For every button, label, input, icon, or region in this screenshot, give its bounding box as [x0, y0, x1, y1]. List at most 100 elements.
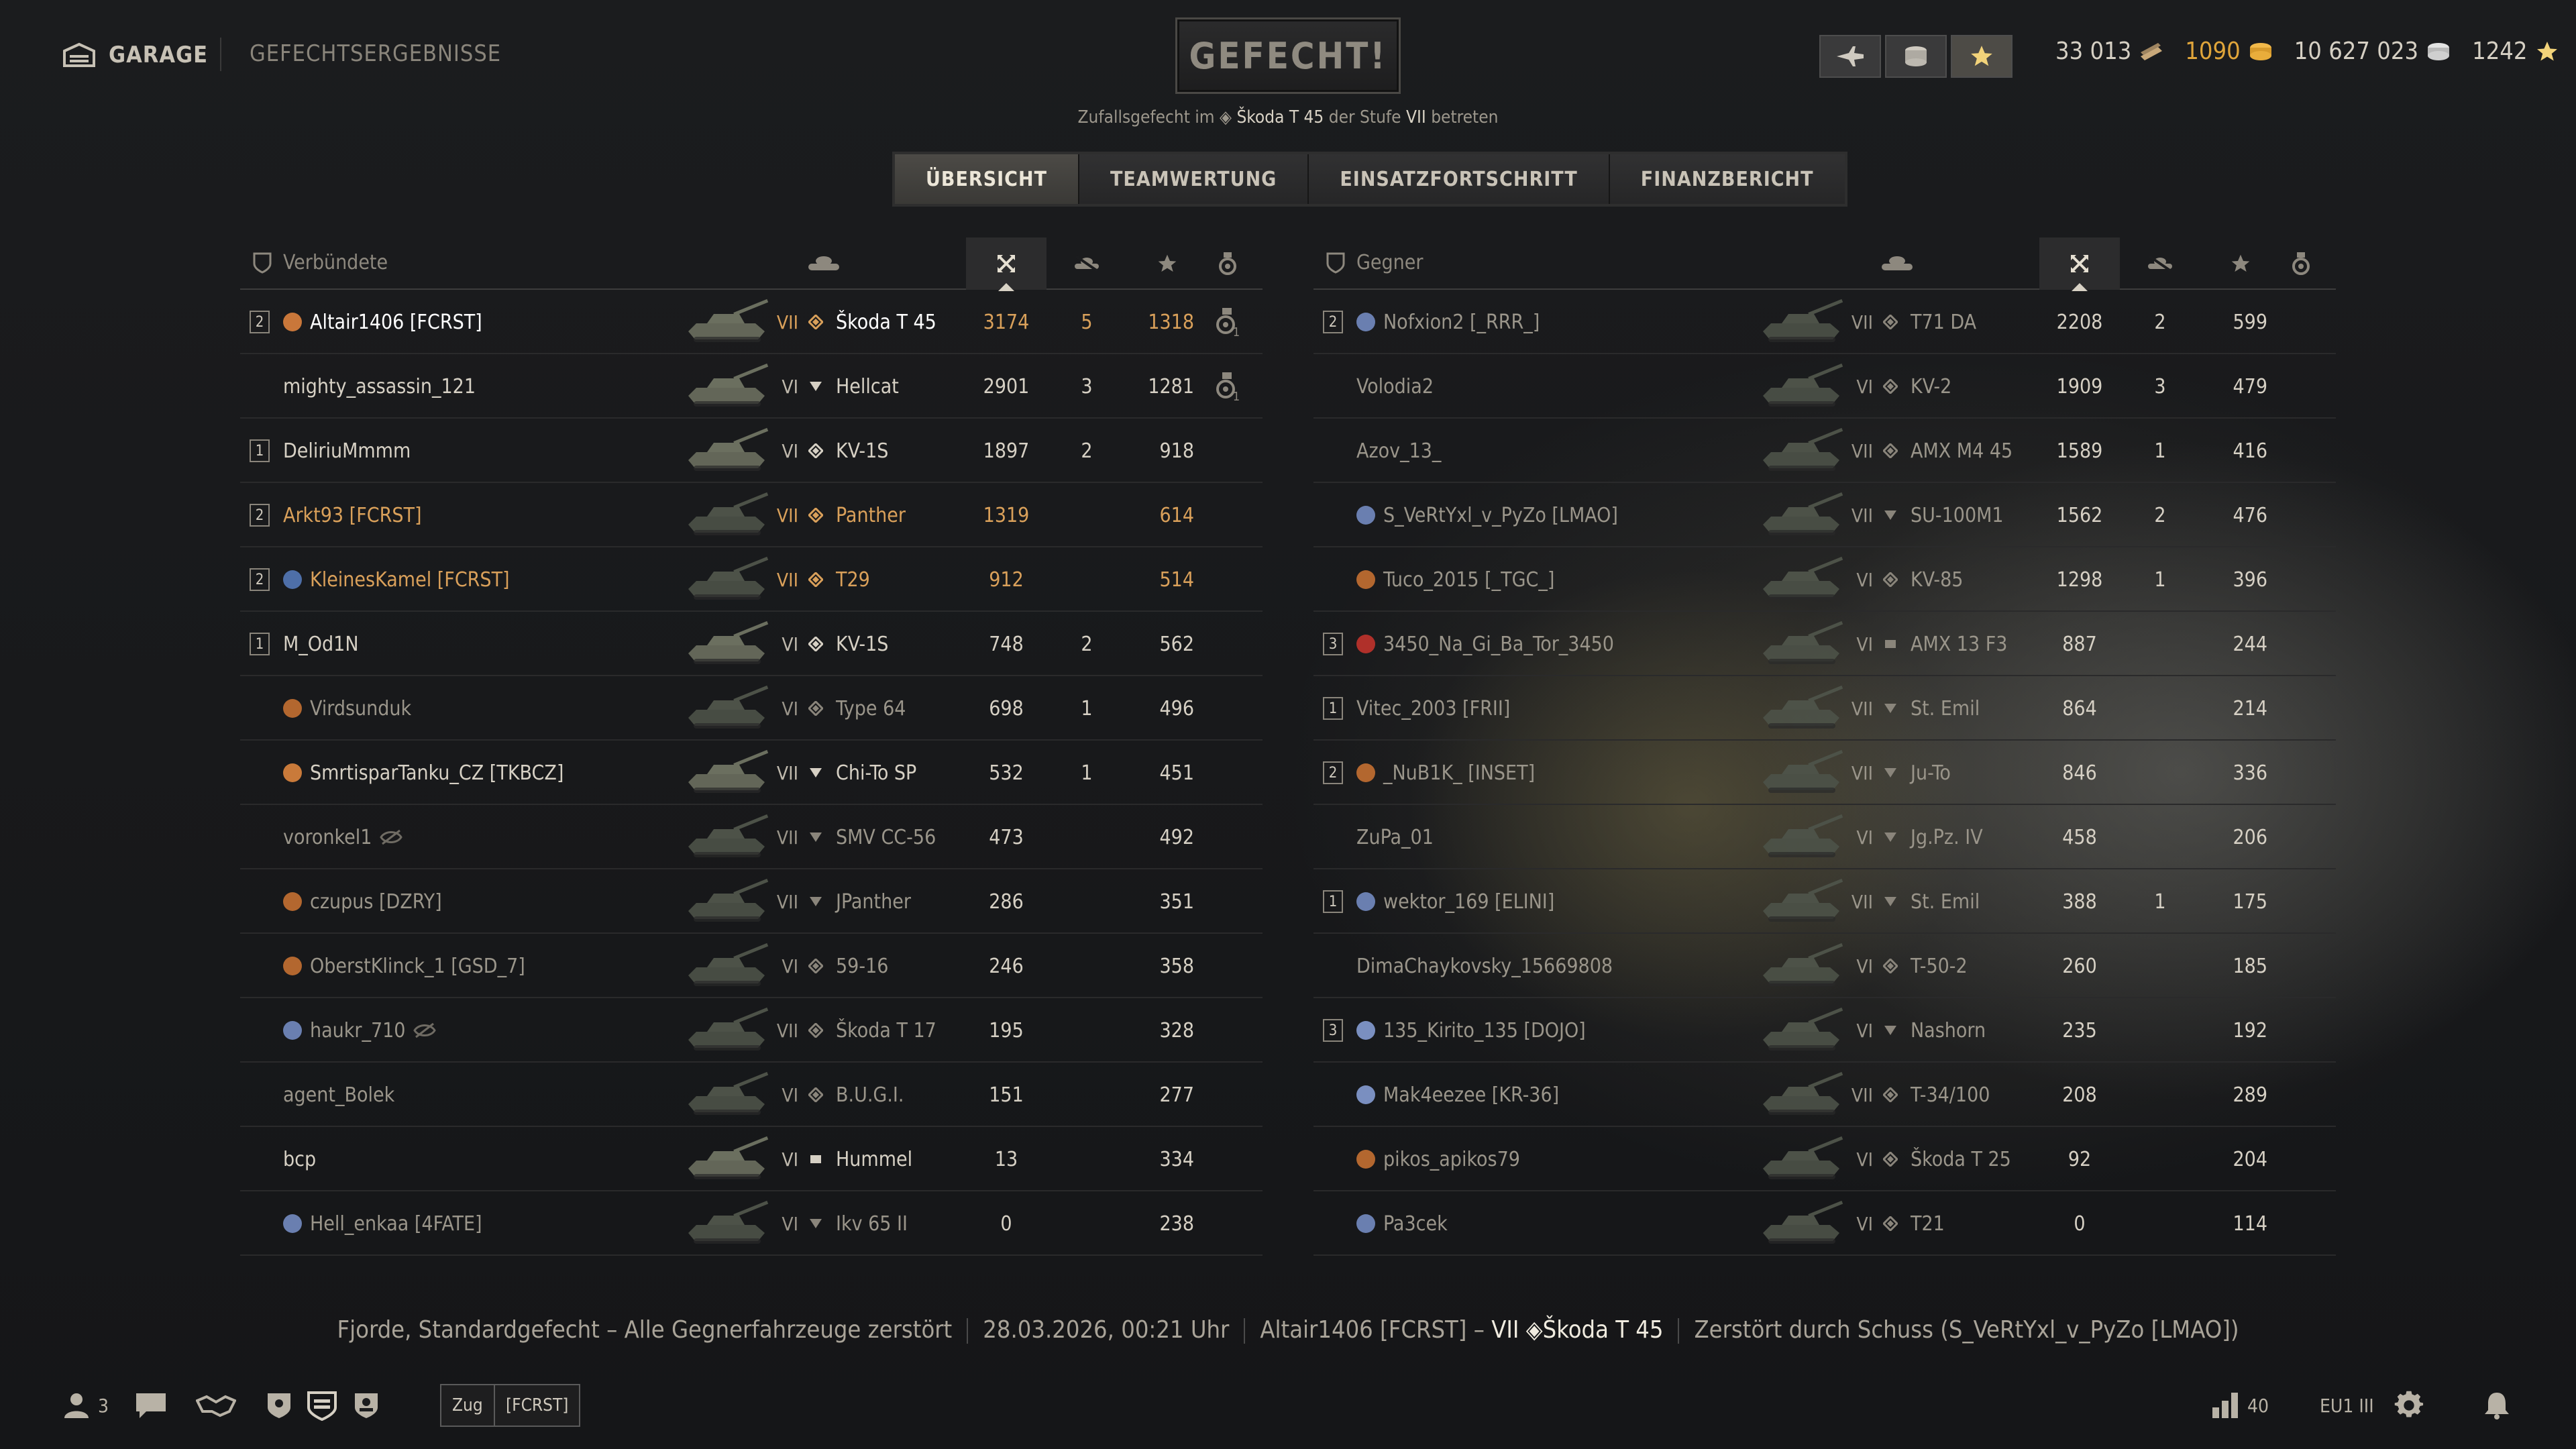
player-row[interactable]: DimaChaykovsky_15669808 VI T-50-2 260 185: [1313, 934, 2336, 998]
player-row[interactable]: 2 KleinesKamel [FCRST] VII T29 912 514: [240, 547, 1263, 612]
player-row[interactable]: haukr_710 VII Škoda T 17 195 328: [240, 998, 1263, 1063]
medal-icon[interactable]: 1: [1201, 354, 1254, 419]
player-row[interactable]: Azov_13_ VII AMX M4 45 1589 1 416: [1313, 419, 2336, 483]
chat-button[interactable]: [134, 1382, 168, 1429]
player-name: OberstKlinck_1 [GSD_7]: [310, 954, 525, 978]
player-name: _NuB1K_ [INSET]: [1383, 761, 1536, 785]
tank-name: T-50-2: [1911, 954, 1968, 978]
strongholds-button[interactable]: [306, 1382, 338, 1429]
sort-by-damage-button[interactable]: [2039, 237, 2120, 291]
tab-overview[interactable]: ÜBERSICHT: [895, 154, 1079, 204]
damage-value: 3174: [983, 310, 1030, 334]
sort-by-damage-button[interactable]: [966, 237, 1046, 291]
player-row[interactable]: Volodia2 VI KV-2 1909 3 479: [1313, 354, 2336, 419]
online-counter[interactable]: 40: [2211, 1382, 2269, 1429]
player-row[interactable]: ZuPa_01 VI Jg.Pz. IV 458 206: [1313, 805, 2336, 869]
player-name-cell: Arkt93 [FCRST]: [283, 483, 421, 547]
player-row[interactable]: 2 Arkt93 [FCRST] VII Panther 1319 614: [240, 483, 1263, 547]
platoon-badge: 2: [250, 483, 270, 547]
clan-button[interactable]: [266, 1382, 292, 1429]
notifications-button[interactable]: [2482, 1382, 2512, 1429]
player-row[interactable]: 1 DeliriuMmmm VI KV-1S 1897 2 918: [240, 419, 1263, 483]
player-row[interactable]: agent_Bolek VI B.U.G.I. 151 277: [240, 1063, 1263, 1127]
star-icon: [1971, 46, 1992, 66]
medal-icon[interactable]: 1: [1201, 290, 1254, 354]
player-row[interactable]: pikos_apikos79 VI Škoda T 25 92 204: [1313, 1127, 2336, 1191]
player-row[interactable]: Mak4eezee [KR-36] VII T-34/100 208 289: [1313, 1063, 2336, 1127]
credits-balance[interactable]: 10 627 023: [2294, 38, 2452, 65]
player-row[interactable]: 1 wektor_169 [ELINI] VII St. Emil 388 1 175: [1313, 869, 2336, 934]
sort-by-tank-button[interactable]: [1857, 237, 1937, 290]
premium-xp-button[interactable]: [1951, 35, 2012, 78]
player-row[interactable]: 1 M_Od1N VI KV-1S 748 2 562: [240, 612, 1263, 676]
player-row[interactable]: OberstKlinck_1 [GSD_7] VI 59-16 246 358: [240, 934, 1263, 998]
tank-name: JPanther: [836, 890, 911, 914]
platoon-chip[interactable]: Zug: [440, 1384, 495, 1427]
garage-button[interactable]: GARAGE: [62, 38, 208, 72]
divider: [967, 1318, 969, 1344]
player-row[interactable]: czupus [DZRY] VII JPanther 286 351: [240, 869, 1263, 934]
server-selector[interactable]: EU1 III: [2320, 1382, 2374, 1429]
player-name: mighty_assassin_121: [283, 374, 476, 398]
clan-wars-button[interactable]: [353, 1382, 380, 1429]
player-name: Altair1406 [FCRST]: [310, 310, 482, 334]
tank-image: [1758, 617, 1845, 671]
tank-tier: VI: [782, 1148, 798, 1171]
sort-by-medals-button[interactable]: [2267, 237, 2334, 290]
battle-button[interactable]: GEFECHT!: [1175, 17, 1401, 94]
player-row[interactable]: 2 Altair1406 [FCRST] VII Škoda T 45 3174 5 131…: [240, 290, 1263, 354]
kills-value: [2120, 741, 2200, 805]
player-row[interactable]: 1 Vitec_2003 [FRII] VII St. Emil 864 214: [1313, 676, 2336, 741]
gold-value: 1090: [2185, 38, 2241, 65]
player-row[interactable]: bcp VI Hummel 13 334: [240, 1127, 1263, 1191]
tab-financial-report[interactable]: FINANZBERICHT: [1609, 154, 1845, 204]
player-name: Arkt93 [FCRST]: [283, 503, 422, 527]
player-name-cell: 3450_Na_Gi_Ba_Tor_3450: [1356, 612, 1614, 676]
friends-button[interactable]: 3: [62, 1382, 109, 1429]
free-xp-balance[interactable]: 1242: [2472, 38, 2559, 65]
player-row[interactable]: Virdsunduk VI Type 64 698 1 496: [240, 676, 1263, 741]
player-row[interactable]: S_VeRtYxl_v_PyZo [LMAO] VII SU-100M1 1562 2 4…: [1313, 483, 2336, 547]
bonds-value: 33 013: [2055, 38, 2132, 65]
player-row[interactable]: SmrtisparTanku_CZ [TKBCZ] VII Chi-To SP 532…: [240, 741, 1263, 805]
xp-value: 206: [2233, 825, 2267, 849]
player-row[interactable]: Tuco_2015 [_TGC_] VI KV-85 1298 1 396: [1313, 547, 2336, 612]
credits-shop-button[interactable]: [1885, 35, 1947, 78]
premium-shop-button[interactable]: [1819, 35, 1881, 78]
kills-value: [1046, 934, 1127, 998]
player-name: SmrtisparTanku_CZ [TKBCZ]: [310, 761, 564, 785]
gold-balance[interactable]: 1090: [2185, 38, 2273, 65]
sort-by-medals-button[interactable]: [1194, 237, 1261, 290]
player-row[interactable]: 2 _NuB1K_ [INSET] VII Ju-To 846 336: [1313, 741, 2336, 805]
player-row[interactable]: 2 Nofxion2 [_RRR_] VII T71 DA 2208 2 599: [1313, 290, 2336, 354]
sort-by-kills-button[interactable]: [1046, 237, 1127, 290]
player-row[interactable]: 3 135_Kirito_135 [DOJO] VI Nashorn 235 192: [1313, 998, 2336, 1063]
platoon-badge: 2: [250, 290, 270, 354]
platoon-invite-button[interactable]: [196, 1382, 236, 1429]
tank-image: [1758, 875, 1845, 928]
medium-tank-class-icon: [802, 290, 829, 354]
tab-team-score[interactable]: TEAMWERTUNG: [1079, 154, 1309, 204]
medium-tank-class-icon: [1877, 1127, 1904, 1191]
player-row[interactable]: voronkel1 VII SMV CC-56 473 492: [240, 805, 1263, 869]
kills-value: 3: [1081, 374, 1093, 398]
player-row[interactable]: 3 3450_Na_Gi_Ba_Tor_3450 VI AMX 13 F3 887 244: [1313, 612, 2336, 676]
clan-emblem-icon: [283, 892, 302, 911]
player-row[interactable]: mighty_assassin_121 VI Hellcat 2901 3 1281 1: [240, 354, 1263, 419]
clan-emblem-icon: [1356, 1150, 1375, 1169]
sort-by-tank-button[interactable]: [784, 237, 864, 290]
tank-name: Panther: [836, 503, 906, 527]
player-row[interactable]: Pa3cek VI T21 0 114: [1313, 1191, 2336, 1256]
tank-image: [1758, 360, 1845, 413]
bottom-bar: 3 Zug [FCRST] 40 EU1 III: [0, 1382, 2576, 1429]
platoon-chip-wrap: Zug: [440, 1382, 495, 1429]
bonds-balance[interactable]: 33 013: [2055, 38, 2165, 65]
player-row[interactable]: Hell_enkaa [4FATE] VI Ikv 65 II 0 238: [240, 1191, 1263, 1256]
settings-button[interactable]: [2394, 1382, 2424, 1429]
clan-chip[interactable]: [FCRST]: [494, 1384, 581, 1427]
clan-emblem-icon: [283, 957, 302, 975]
online-count: 40: [2247, 1394, 2269, 1417]
sort-by-kills-button[interactable]: [2120, 237, 2200, 290]
medium-tank-class-icon: [802, 676, 829, 741]
tab-mission-progress[interactable]: EINSATZFORTSCHRITT: [1309, 154, 1610, 204]
